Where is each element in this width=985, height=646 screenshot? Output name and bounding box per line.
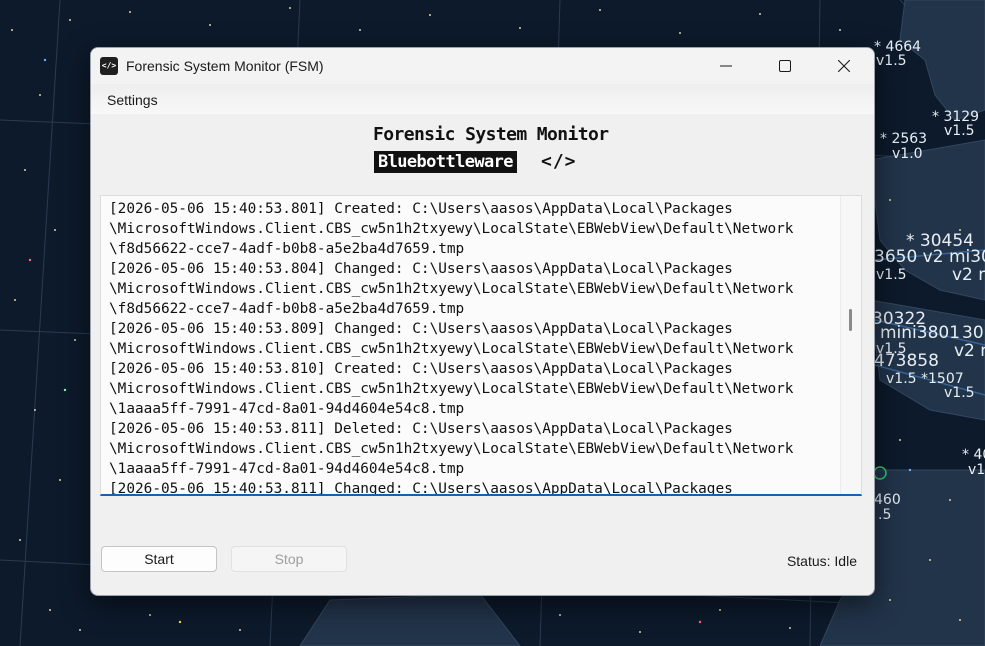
map-label: * 4664 <box>874 39 922 55</box>
log-output[interactable]: [2026-05-06 15:40:53.801] Created: C:\Us… <box>100 195 862 496</box>
scroll-thumb[interactable] <box>849 309 852 331</box>
log-line: \MicrosoftWindows.Client.CBS_cw5n1h2txye… <box>109 381 794 397</box>
minimize-icon <box>720 65 732 67</box>
start-button[interactable]: Start <box>101 546 217 572</box>
app-window: </> Forensic System Monitor (FSM) Settin… <box>90 47 875 596</box>
map-label: v1.5 <box>876 53 907 69</box>
minimize-button[interactable] <box>703 48 749 84</box>
code-icon: </> <box>100 57 118 75</box>
title-bar[interactable]: </> Forensic System Monitor (FSM) <box>91 48 874 84</box>
map-label: * 30454 <box>906 231 974 251</box>
map-label: * 3129 <box>932 109 980 125</box>
log-text: [2026-05-06 15:40:53.801] Created: C:\Us… <box>109 199 834 496</box>
stop-button[interactable]: Stop <box>231 546 347 572</box>
log-line: [2026-05-06 15:40:53.801] Created: C:\Us… <box>109 201 733 217</box>
log-line: [2026-05-06 15:40:53.809] Changed: C:\Us… <box>109 321 733 337</box>
map-label: 30 <box>962 323 984 343</box>
map-label: 460 <box>874 492 901 508</box>
map-label: v1.5 <box>876 267 907 283</box>
map-label: 3650 v2 mi301 <box>874 247 985 267</box>
map-label: v1.5 <box>876 341 907 357</box>
log-line: [2026-05-06 15:40:53.810] Created: C:\Us… <box>109 361 733 377</box>
window-title: Forensic System Monitor (FSM) <box>126 58 324 74</box>
close-button[interactable] <box>821 48 867 84</box>
log-line: \f8d56622-cce7-4adf-b0b8-a5e2ba4d7659.tm… <box>109 241 465 257</box>
log-scrollbar[interactable] <box>840 196 861 494</box>
log-line: [2026-05-06 15:40:53.811] Deleted: C:\Us… <box>109 421 733 437</box>
log-line: [2026-05-06 15:40:53.811] Changed: C:\Us… <box>109 481 733 496</box>
menu-settings[interactable]: Settings <box>107 92 158 108</box>
map-label: v1 <box>968 462 985 478</box>
status-label: Status: Idle <box>786 553 857 569</box>
code-symbol-icon: </> <box>541 151 577 172</box>
log-line: [2026-05-06 15:40:53.804] Changed: C:\Us… <box>109 261 733 277</box>
map-label: * 2563 <box>880 131 928 147</box>
map-label: v1.5 *1507 <box>886 371 964 387</box>
map-label: v2 m <box>952 265 985 285</box>
menu-bar: Settings <box>91 84 874 114</box>
log-line: \MicrosoftWindows.Client.CBS_cw5n1h2txye… <box>109 281 794 297</box>
banner-title: Forensic System Monitor <box>373 124 609 145</box>
map-label: v1.5 <box>944 123 975 139</box>
map-label: mini3801 <box>880 323 961 343</box>
log-line: \MicrosoftWindows.Client.CBS_cw5n1h2txye… <box>109 341 794 357</box>
map-label: .5 <box>878 507 892 523</box>
maximize-button[interactable] <box>762 48 808 84</box>
maximize-icon <box>779 60 791 72</box>
map-label: v1.5 <box>944 385 975 401</box>
map-label: v1.0 <box>892 146 923 162</box>
log-line: \f8d56622-cce7-4adf-b0b8-a5e2ba4d7659.tm… <box>109 301 465 317</box>
log-line: \MicrosoftWindows.Client.CBS_cw5n1h2txye… <box>109 441 794 457</box>
log-line: \MicrosoftWindows.Client.CBS_cw5n1h2txye… <box>109 221 794 237</box>
close-icon <box>838 60 850 72</box>
map-label: v2 n <box>954 341 985 361</box>
brand-badge: Bluebottleware <box>374 151 517 173</box>
map-label: * 40 <box>962 447 985 463</box>
log-line: \1aaaa5ff-7991-47cd-8a01-94d4604e54c8.tm… <box>109 461 465 477</box>
log-line: \1aaaa5ff-7991-47cd-8a01-94d4604e54c8.tm… <box>109 401 465 417</box>
